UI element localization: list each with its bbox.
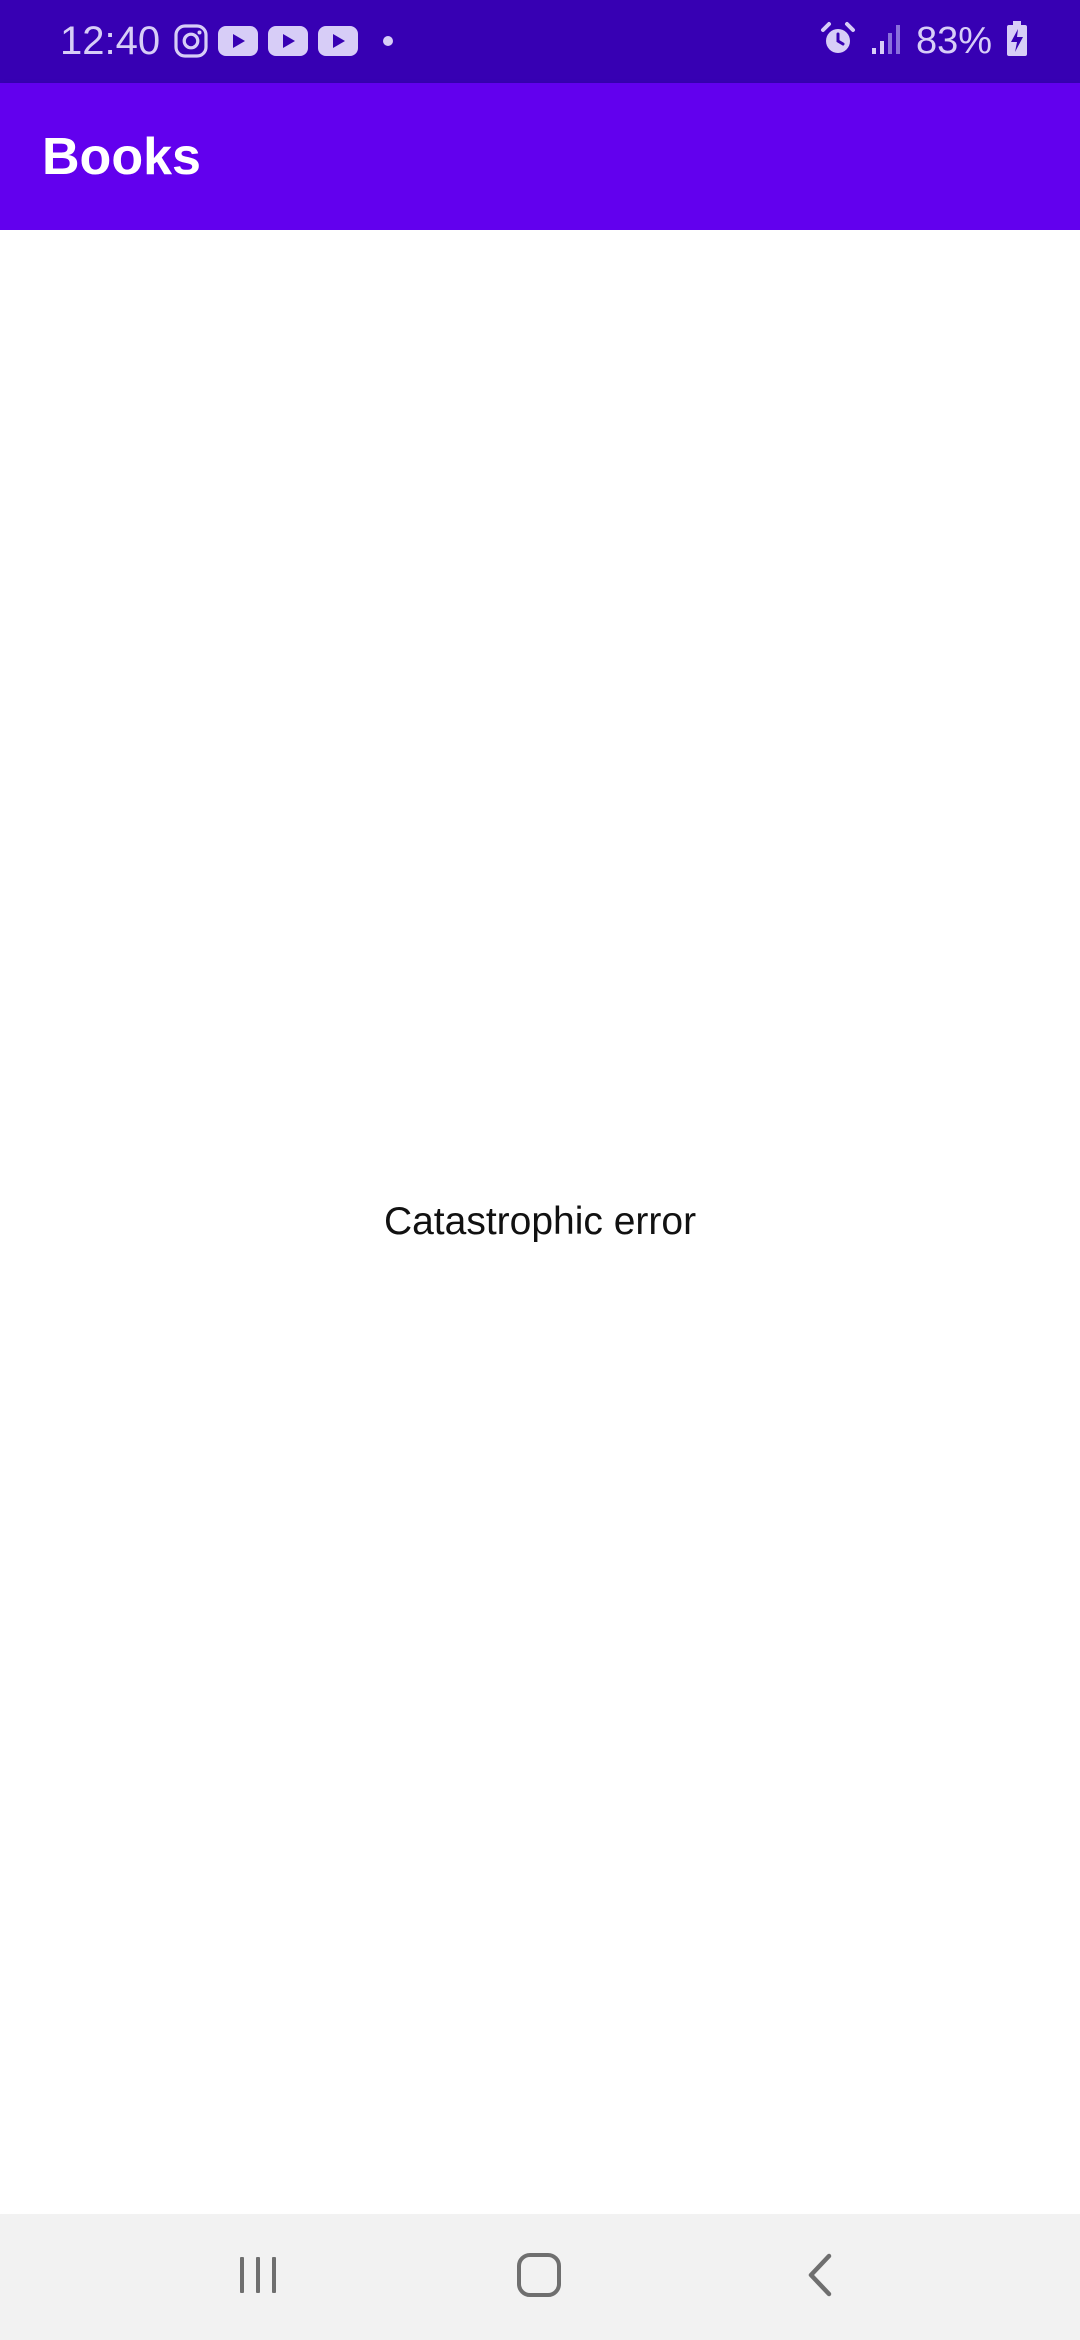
youtube-icon bbox=[218, 26, 258, 56]
back-icon bbox=[805, 2252, 835, 2303]
home-button[interactable] bbox=[499, 2237, 579, 2317]
page-title: Books bbox=[42, 128, 201, 186]
screen: 12:40 83% Books Catastrophic error bbox=[0, 0, 1080, 2340]
youtube-icon bbox=[268, 26, 308, 56]
app-bar: Books bbox=[0, 83, 1080, 230]
signal-icon bbox=[870, 22, 902, 61]
youtube-icon bbox=[318, 26, 358, 56]
instagram-icon bbox=[174, 24, 208, 58]
system-icons: 83% bbox=[820, 18, 1028, 64]
notification-icons bbox=[174, 20, 394, 62]
error-message: Catastrophic error bbox=[383, 1200, 697, 1243]
navigation-bar bbox=[0, 2214, 1080, 2340]
battery-percent: 83% bbox=[915, 20, 992, 62]
main-content: Catastrophic error bbox=[0, 230, 1080, 2214]
status-time: 12:40 bbox=[60, 19, 161, 63]
more-notifications-dot-icon bbox=[382, 35, 394, 47]
home-icon bbox=[516, 2252, 562, 2303]
recents-icon bbox=[236, 2255, 280, 2300]
recents-button[interactable] bbox=[218, 2237, 298, 2317]
status-bar: 12:40 83% bbox=[0, 0, 1080, 83]
back-button[interactable] bbox=[780, 2237, 860, 2317]
alarm-icon bbox=[820, 21, 856, 62]
battery-charging-icon bbox=[1006, 20, 1028, 62]
